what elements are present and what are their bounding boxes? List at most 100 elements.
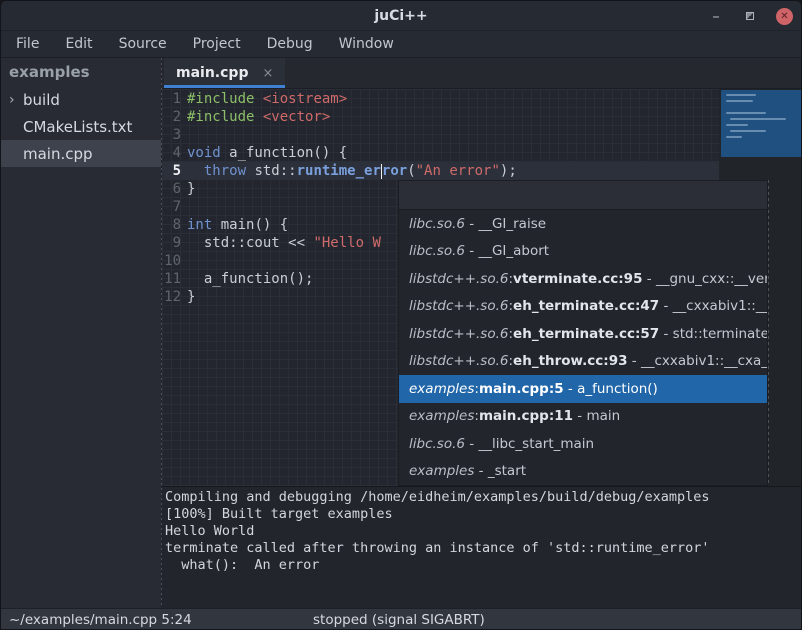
menu-project[interactable]: Project (180, 31, 254, 57)
menu-window[interactable]: Window (326, 31, 407, 57)
backtrace-popup: libc.so.6 - __GI_raise libc.so.6 - __GI_… (398, 180, 771, 486)
popup-scrollbar[interactable] (768, 180, 769, 485)
module-name: libc.so.6 (409, 243, 465, 259)
mini-code-line (726, 136, 742, 138)
code-token: void (187, 145, 221, 161)
code-line: 1 #include <iostream> (162, 90, 719, 108)
close-button[interactable]: ✕ (776, 8, 793, 25)
tree-item-label: build (23, 91, 60, 109)
function-name: __cxxabiv1::__cxa_throw (641, 353, 767, 369)
tree-item-maincpp[interactable]: main.cpp (1, 140, 161, 167)
backtrace-item[interactable]: libc.so.6 - __GI_raise (399, 210, 767, 238)
module-name: libstdc++.so.6 (409, 326, 508, 342)
separator: - (628, 353, 641, 369)
code-token: std:: (246, 163, 297, 179)
backtrace-item[interactable]: libc.so.6 - __GI_abort (399, 238, 767, 266)
terminal-output[interactable]: Compiling and debugging /home/eidheim/ex… (162, 486, 802, 608)
tree-item-cmakelists[interactable]: CMakeLists.txt (1, 113, 161, 140)
module-name: libstdc++.so.6 (409, 353, 508, 369)
terminal-line: what(): An error (165, 557, 802, 574)
separator: - (474, 463, 487, 479)
statusbar: ~/examples/main.cpp 5:24 stopped (signal… (1, 608, 801, 630)
file-tree-panel: examples › build CMakeLists.txt main.cpp (1, 58, 161, 608)
code-token: <iostream> (263, 91, 347, 107)
menu-edit[interactable]: Edit (52, 31, 105, 57)
line-number: 7 (162, 198, 185, 216)
backtrace-item-selected[interactable]: examples:main.cpp:5 - a_function() (399, 375, 767, 403)
code-line: 4 void a_function() { (162, 144, 719, 162)
file-location: main.cpp:5 (479, 381, 564, 397)
code-token: a_function(); (187, 271, 313, 287)
menu-source[interactable]: Source (106, 31, 180, 57)
overview-thumbnail (721, 90, 802, 157)
code-token: "Hello W (313, 235, 380, 251)
code-token: a_function() { (221, 145, 347, 161)
menubar: File Edit Source Project Debug Window (1, 31, 801, 58)
line-number: 2 (162, 108, 185, 126)
cursor-location: ~/examples/main.cpp 5:24 (1, 612, 192, 628)
module-name: libstdc++.so.6 (409, 271, 508, 287)
restore-button[interactable] (742, 8, 758, 24)
backtrace-item[interactable]: libstdc++.so.6:eh_terminate.cc:57 - std:… (399, 320, 767, 348)
menu-debug[interactable]: Debug (254, 31, 326, 57)
chevron-right-icon[interactable]: › (9, 92, 23, 108)
code-token: ); (500, 163, 517, 179)
separator: - (465, 243, 478, 259)
tab-label: main.cpp (176, 65, 248, 81)
tab-close-icon[interactable]: × (262, 66, 273, 81)
mini-code-line (726, 94, 756, 96)
tree-item-build[interactable]: › build (1, 86, 161, 113)
titlebar[interactable]: juCi++ – ✕ (1, 1, 801, 31)
function-name: main (586, 408, 620, 424)
code-token: runtime_er (297, 163, 381, 179)
line-number: 9 (162, 234, 185, 252)
separator: - (465, 216, 478, 232)
function-name: __GI_abort (478, 243, 549, 259)
menu-file[interactable]: File (3, 31, 52, 57)
line-number: 5 (162, 162, 185, 180)
line-number: 10 (162, 252, 185, 270)
backtrace-item[interactable]: libstdc++.so.6:vterminate.cc:95 - __gnu_… (399, 265, 767, 293)
code-token: #include (187, 91, 254, 107)
mini-code-line (726, 112, 766, 114)
line-number: 4 (162, 144, 185, 162)
line-number: 12 (162, 288, 185, 306)
function-name: __GI_raise (478, 216, 546, 232)
code-token: } (187, 181, 195, 197)
backtrace-item[interactable]: examples - _start (399, 458, 767, 486)
terminal-line: [100%] Built target examples (165, 506, 802, 523)
code-line: 2 #include <vector> (162, 108, 719, 126)
separator: - (659, 298, 672, 314)
code-token (254, 109, 262, 125)
mini-code-line (730, 118, 786, 120)
backtrace-item[interactable]: libstdc++.so.6:eh_throw.cc:93 - __cxxabi… (399, 348, 767, 376)
tree-item-label: CMakeLists.txt (23, 118, 132, 136)
window-controls: – ✕ (708, 1, 793, 31)
code-token: std::cout << (187, 235, 313, 251)
separator: - (642, 271, 655, 287)
minimize-button[interactable]: – (708, 11, 724, 21)
backtrace-item[interactable]: libc.so.6 - __libc_start_main (399, 430, 767, 458)
backtrace-item[interactable]: libstdc++.so.6:eh_terminate.cc:47 - __cx… (399, 293, 767, 321)
terminal-line: Hello World (165, 523, 802, 540)
tab-maincpp[interactable]: main.cpp × (164, 58, 285, 88)
line-number: 11 (162, 270, 185, 288)
module-name: examples (409, 408, 474, 424)
code-token: main() { (212, 217, 288, 233)
separator: - (465, 436, 478, 452)
backtrace-item[interactable]: examples:main.cpp:11 - main (399, 403, 767, 431)
file-location: eh_terminate.cc:47 (513, 298, 659, 314)
file-location: main.cpp:11 (479, 408, 573, 424)
tabbar: main.cpp × (162, 58, 802, 89)
code-line: 3 (162, 126, 719, 144)
file-location: eh_throw.cc:93 (513, 353, 627, 369)
mini-code-line (726, 100, 753, 102)
file-location: eh_terminate.cc:57 (513, 326, 659, 342)
terminal-line: terminate called after throwing an insta… (165, 540, 802, 557)
code-token: #include (187, 109, 254, 125)
code-line-current: 5 throw std::runtime_error("An error"); (162, 162, 719, 180)
separator: - (564, 381, 577, 397)
function-name: __gnu_cxx::__verbose_terminate_handler() (656, 271, 767, 287)
separator: - (573, 408, 586, 424)
app-window: juCi++ – ✕ File Edit Source Project Debu… (0, 0, 802, 630)
